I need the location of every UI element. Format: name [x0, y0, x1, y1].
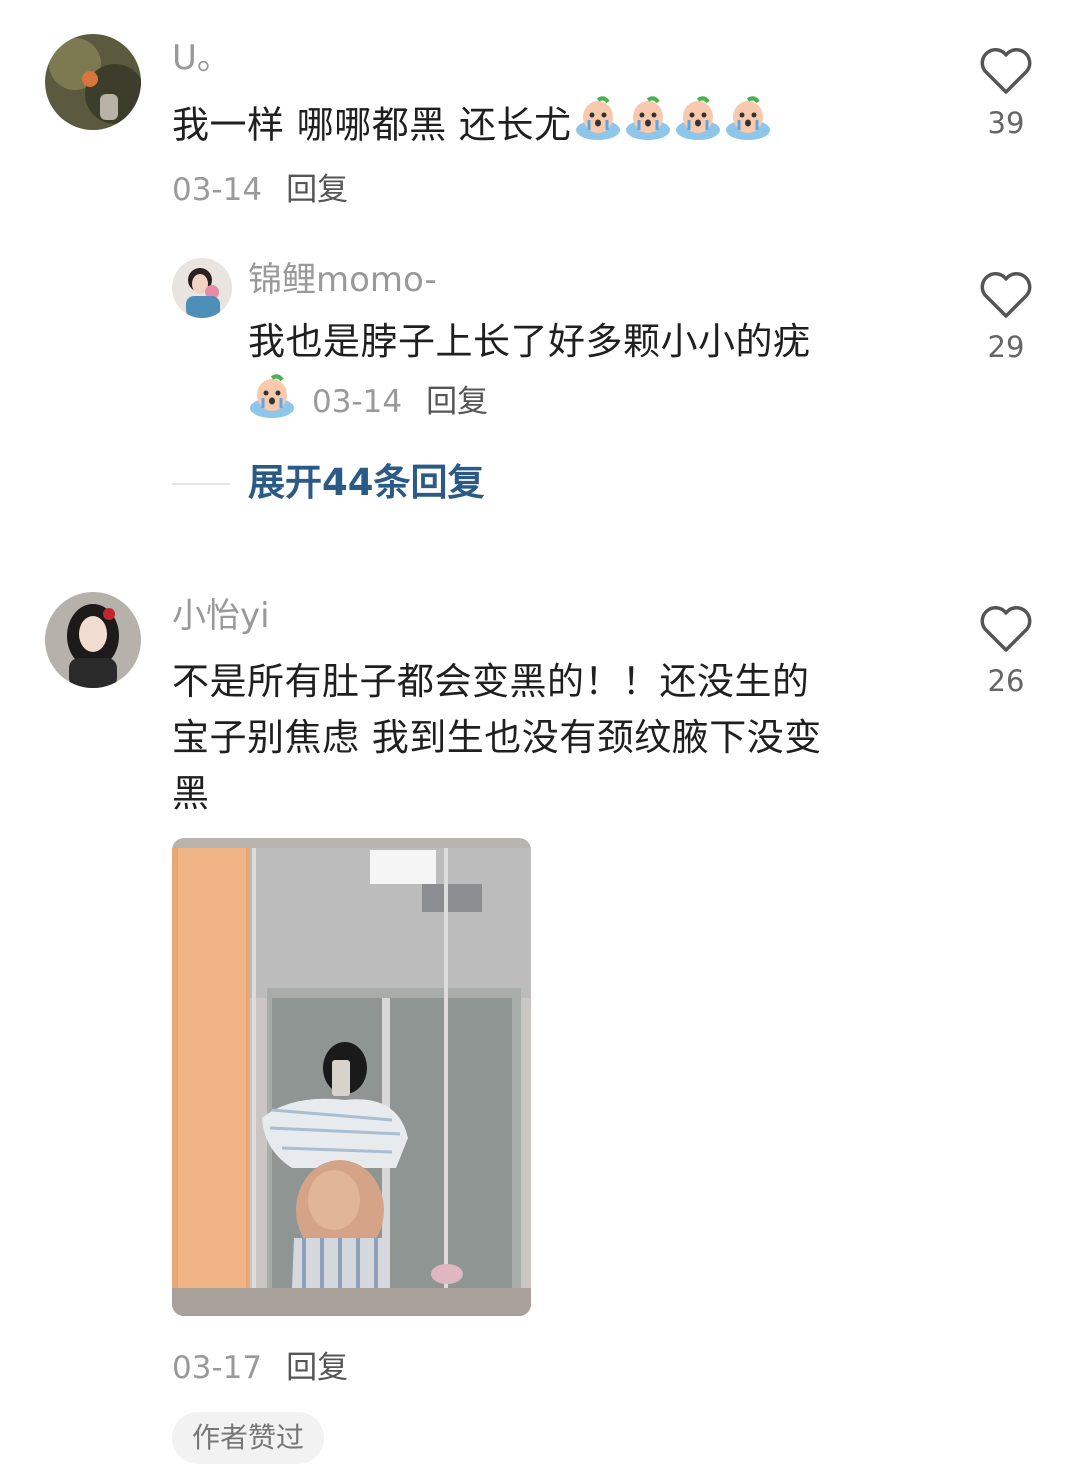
heart-icon [980, 606, 1032, 652]
like-count: 26 [987, 664, 1025, 698]
expand-divider [172, 483, 230, 485]
comment-date: 03-17 [172, 1350, 263, 1386]
reply-button[interactable]: 回复 [286, 1350, 348, 1386]
like-count: 29 [987, 330, 1025, 364]
avatar[interactable] [45, 34, 141, 130]
reply-text: 我也是脖子上长了好多颗小小的疣 [248, 320, 811, 363]
comment-text-line: 黑 [172, 772, 210, 815]
author-liked-badge: 作者赞过 [172, 1412, 325, 1464]
username[interactable]: 小怡yi [172, 596, 270, 636]
like-button[interactable]: 39 [961, 46, 1051, 140]
comment-text: 我一样 哪哪都黑 还长尤 [172, 96, 952, 158]
crying-emoji-icon [624, 96, 672, 158]
comment-meta: 03-17 回复 [172, 1348, 348, 1388]
like-count: 39 [987, 106, 1025, 140]
crying-emoji-icon [574, 96, 622, 158]
username[interactable]: 锦鲤momo- [248, 260, 437, 300]
comment-text-body: 我一样 哪哪都黑 还长尤 [172, 103, 572, 147]
reply-date: 03-14 [312, 384, 403, 420]
crying-emoji-icon [724, 96, 772, 158]
comment-text-line: 不是所有肚子都会变黑的！！还没生的 [172, 660, 810, 703]
expand-replies-button[interactable]: 展开44条回复 [248, 461, 485, 505]
comment-date: 03-14 [172, 172, 263, 208]
reply-button[interactable]: 回复 [426, 382, 488, 422]
heart-icon [980, 48, 1032, 94]
comment-text: 不是所有肚子都会变黑的！！还没生的 宝子别焦虑 我到生也没有颈纹腋下没变 黑 [172, 654, 932, 822]
reply-button[interactable]: 回复 [286, 172, 348, 208]
like-button[interactable]: 26 [961, 604, 1051, 698]
comment-meta: 03-14 回复 [172, 170, 348, 210]
comment-text-line: 宝子别焦虑 我到生也没有颈纹腋下没变 [172, 716, 822, 759]
like-button[interactable]: 29 [961, 270, 1051, 364]
avatar[interactable] [45, 592, 141, 688]
reply-meta: 03-14 回复 [248, 374, 488, 430]
comment-image[interactable] [172, 838, 531, 1316]
heart-icon [980, 272, 1032, 318]
crying-emoji-icon [674, 96, 722, 158]
crying-emoji-icon [248, 374, 296, 430]
username[interactable]: U。 [172, 38, 231, 78]
avatar[interactable] [172, 258, 232, 318]
